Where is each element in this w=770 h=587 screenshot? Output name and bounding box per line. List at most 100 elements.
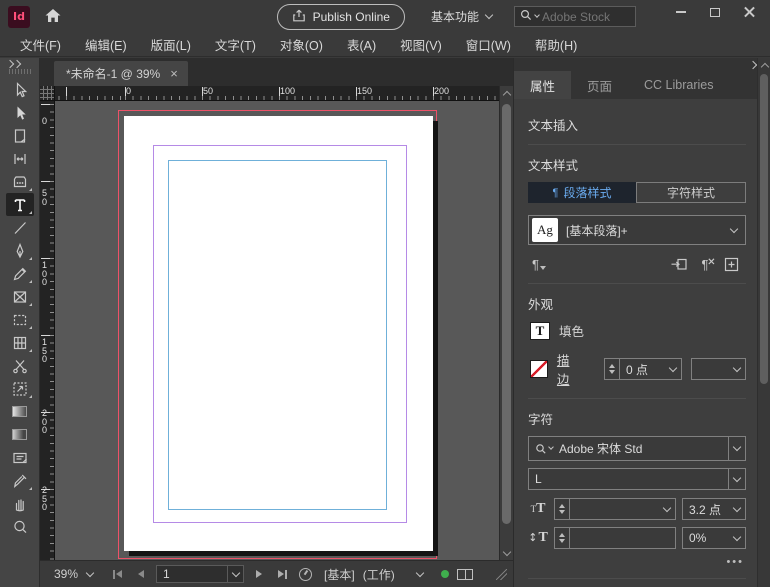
page-dropdown-button[interactable] [227,566,243,582]
menu-layout[interactable]: 版面(L) [139,35,203,54]
stroke-swatch[interactable] [530,360,548,378]
type-tool[interactable] [6,193,34,216]
zoom-tool[interactable] [6,515,34,538]
page-tool[interactable] [6,124,34,147]
page-1[interactable] [124,116,433,551]
page-number-combo[interactable] [156,565,244,583]
menu-window[interactable]: 窗口(W) [454,35,523,54]
tab-properties[interactable]: 属性 [514,71,571,99]
scrollbar-thumb[interactable] [502,104,511,524]
stroke-type-dropdown[interactable] [728,359,745,379]
leading-combo[interactable] [554,527,676,549]
font-size-combo[interactable] [554,498,676,520]
font-family-combo[interactable]: Adobe 宋体 Std [528,436,746,461]
note-tool[interactable] [6,446,34,469]
tools-collapse-button[interactable] [7,61,20,67]
stock-search[interactable] [514,6,636,27]
document-tab[interactable]: *未命名-1 @ 39% × [54,61,188,86]
more-options-button[interactable]: ••• [528,556,744,568]
home-button[interactable] [44,7,62,27]
font-style-dropdown[interactable] [728,469,745,489]
pencil-tool[interactable] [6,262,34,285]
preflight-profile[interactable]: [基本] (工作) [324,566,395,583]
first-page-button[interactable] [109,570,126,579]
gradient-feather-tool[interactable] [6,423,34,446]
chevron-down-icon[interactable] [415,568,423,576]
create-style-button[interactable] [718,255,744,273]
tools-drag-handle[interactable] [9,69,31,74]
vertical-ruler[interactable]: 0 50 100 150 200 250 [40,101,55,560]
eyedropper-tool[interactable] [6,469,34,492]
minimize-button[interactable] [664,0,698,24]
scroll-up-arrow[interactable] [500,86,514,100]
stroke-weight-dropdown[interactable] [664,359,681,379]
publish-online-button[interactable]: Publish Online [277,4,405,30]
scroll-down-arrow[interactable] [500,546,514,560]
preflight-gauge-icon[interactable] [299,568,312,581]
paragraph-styles-tab[interactable]: ¶ 段落样式 [528,182,636,203]
paragraph-style-dropdown[interactable]: Ag [基本段落]+ [528,215,746,245]
tab-cc-libraries[interactable]: CC Libraries [628,71,729,99]
rectangle-frame-tool[interactable] [6,285,34,308]
stepper-icon[interactable] [605,359,620,379]
tab-close-icon[interactable]: × [170,67,178,80]
menu-type[interactable]: 文字(T) [203,35,268,54]
tab-pages[interactable]: 页面 [571,71,628,99]
page-number-input[interactable] [157,567,227,581]
font-style-combo[interactable]: L [528,468,746,490]
direct-selection-tool[interactable] [6,101,34,124]
previous-page-button[interactable] [134,570,148,578]
zoom-level-control[interactable]: 39% [54,567,93,581]
size-right-combo[interactable]: 3.2 点 [682,498,746,520]
last-page-button[interactable] [274,570,291,579]
tracking-combo[interactable]: 0% [682,527,746,549]
search-input[interactable] [542,10,630,24]
free-transform-tool[interactable] [6,377,34,400]
next-page-button[interactable] [252,570,266,578]
stroke-label[interactable]: 描边 [557,350,579,388]
panel-scrollbar-thumb[interactable] [760,74,768,384]
content-collector-tool[interactable] [6,170,34,193]
redefine-style-button[interactable] [666,255,692,273]
menu-help[interactable]: 帮助(H) [523,35,589,54]
rectangle-tool[interactable] [6,308,34,331]
menu-table[interactable]: 表(A) [335,35,388,54]
vertical-scrollbar[interactable] [499,86,513,560]
scissors-tool[interactable] [6,354,34,377]
stroke-weight-combo[interactable]: 0 点 [604,358,682,380]
pasteboard[interactable] [55,101,499,560]
panel-scrollbar[interactable] [757,58,770,587]
resize-grip[interactable] [496,569,507,580]
text-frame[interactable] [168,160,387,510]
pen-tool[interactable] [6,239,34,262]
gradient-swatch-tool[interactable] [6,400,34,423]
selection-tool[interactable] [6,78,34,101]
line-tool[interactable] [6,216,34,239]
font-family-dropdown[interactable] [728,437,745,460]
tracking-dropdown[interactable] [728,528,745,548]
hand-tool[interactable] [6,492,34,515]
preflight-panel-icon[interactable] [457,569,473,580]
maximize-button[interactable] [698,0,732,24]
ruler-origin-box[interactable] [40,86,55,101]
menu-object[interactable]: 对象(O) [268,35,335,54]
panel-scroll-up[interactable] [758,58,770,72]
fill-swatch[interactable]: T [530,322,550,340]
size-right-dropdown[interactable] [728,499,745,519]
gap-tool[interactable] [6,147,34,170]
horizontal-ruler[interactable]: 0 50 100 150 200 [55,86,499,101]
horizontal-grid-tool[interactable] [6,331,34,354]
fill-label[interactable]: 填色 [559,321,584,340]
stepper-icon[interactable] [555,528,570,548]
menu-view[interactable]: 视图(V) [388,35,454,54]
workspace-switcher[interactable]: 基本功能 [431,8,492,25]
indesign-app-icon[interactable]: Id [8,6,30,28]
menu-file[interactable]: 文件(F) [8,35,73,54]
stroke-type-combo[interactable] [691,358,746,380]
paragraph-mark-button[interactable]: ¶ [532,255,546,273]
character-styles-tab[interactable]: 字符样式 [636,182,746,203]
close-button[interactable] [732,0,766,24]
menu-edit[interactable]: 编辑(E) [73,35,139,54]
stepper-icon[interactable] [555,499,570,519]
clear-overrides-button[interactable]: ¶ [692,255,718,273]
